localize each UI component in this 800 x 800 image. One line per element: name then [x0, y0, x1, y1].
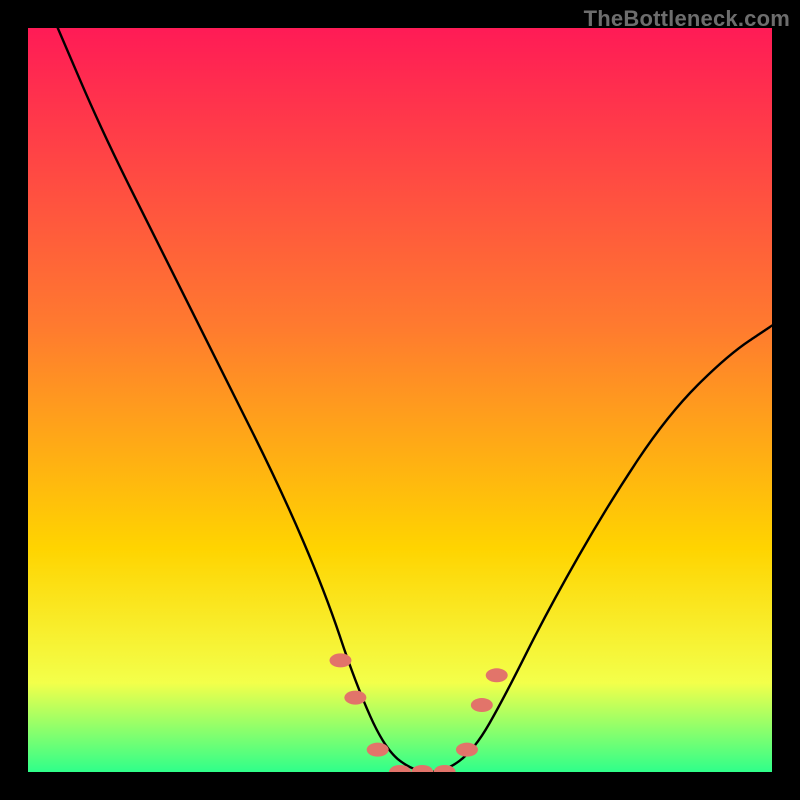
trough-marker — [486, 668, 508, 682]
plot-area — [28, 28, 772, 772]
trough-marker — [344, 691, 366, 705]
outer-frame: TheBottleneck.com — [0, 0, 800, 800]
trough-marker — [367, 743, 389, 757]
gradient-background — [28, 28, 772, 772]
watermark-text: TheBottleneck.com — [584, 6, 790, 32]
chart-svg — [28, 28, 772, 772]
trough-marker — [329, 653, 351, 667]
trough-marker — [471, 698, 493, 712]
trough-marker — [456, 743, 478, 757]
